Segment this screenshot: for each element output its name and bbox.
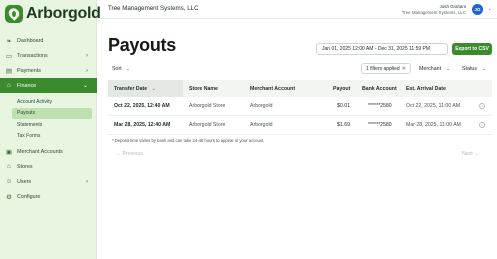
sidebar-item-finance[interactable]: ⌂ Finance ⌄ (0, 78, 97, 93)
sidebar-item-users[interactable]: ☺ Users › (0, 174, 97, 189)
brand-logo[interactable]: Arborgold (5, 5, 101, 23)
sidebar-item-label: Configure (17, 193, 41, 200)
payout-cell: $1.69 (337, 122, 350, 128)
sidebar-item-label: Dashboard (17, 37, 44, 44)
sidebar-item-label: Users (17, 178, 32, 185)
column-header-est-arrival-date[interactable]: Est. Arrival Date (406, 86, 446, 92)
close-icon[interactable]: ✕ (402, 66, 406, 72)
sidebar: Arborgold ❧ Dashboard ▭ Transactions › ▤… (0, 0, 101, 259)
chevron-down-icon: ⌄ (151, 85, 156, 92)
deposit-time-note: * Deposit time varies by bank and can ta… (112, 138, 265, 143)
sort-dropdown[interactable]: Sort ⌄ (112, 66, 130, 72)
sidebar-item-label: Payments (17, 67, 41, 74)
user-info[interactable]: Josh Graham Tree Management Systems, LLC (402, 4, 466, 15)
sidebar-item-label: Finance (17, 82, 37, 89)
column-header-transfer-date[interactable]: Transfer Date ⌄ (114, 86, 156, 92)
sidebar-item-label: Merchant Accounts (17, 148, 63, 155)
column-header-merchant-account[interactable]: Merchant Account (250, 86, 295, 92)
sidebar-item-stores[interactable]: ⌂ Stores (0, 159, 97, 174)
id-card-icon: ▣ (5, 148, 13, 156)
user-org: Tree Management Systems, LLC (401, 10, 466, 15)
column-header-label: Transfer Date (114, 85, 148, 92)
chevron-down-icon: ⌄ (82, 83, 88, 89)
table-header: Transfer Date ⌄ Store Name Merchant Acco… (108, 80, 492, 97)
next-page-button[interactable]: Next → (462, 151, 479, 157)
table-row[interactable]: Mar 28, 2025, 12:40 AM Arborgold Store A… (108, 116, 492, 135)
arrival-date-cell: Oct 22, 2025, 11:00 AM (406, 103, 461, 109)
leaf-logo-icon (5, 5, 23, 23)
arrival-date-cell: Mar 28, 2025, 11:00 AM (406, 122, 461, 128)
chevron-right-icon: › (86, 52, 88, 59)
bank-icon: ⌂ (7, 82, 11, 89)
sidebar-item-configure[interactable]: ⚙ Configure (0, 189, 97, 204)
store-name-cell: Arborgold Store (189, 122, 226, 128)
avatar[interactable]: JG (472, 4, 483, 15)
sidebar-item-payments[interactable]: ▤ Payments › (0, 63, 97, 78)
sidebar-item-label: Stores (17, 163, 33, 170)
merchant-dropdown[interactable]: Merchant ⌄ (419, 66, 450, 72)
sidebar-item-label: Transactions (17, 52, 48, 59)
filters-applied-chip[interactable]: 1 filters applied ✕ (361, 63, 411, 74)
transfer-date-cell: Mar 28, 2025, 12:40 AM (114, 122, 171, 128)
payout-cell: $0.01 (337, 103, 350, 109)
merchant-label: Merchant (419, 66, 442, 72)
status-dropdown[interactable]: Status ⌄ (462, 66, 486, 72)
store-icon: ⌂ (7, 163, 11, 170)
payouts-table: Transfer Date ⌄ Store Name Merchant Acco… (108, 80, 492, 135)
chevron-right-icon: › (86, 67, 88, 74)
wallet-icon: ▤ (5, 67, 13, 75)
more-options-icon[interactable]: ⋮ (479, 122, 485, 128)
sidebar-subitem-account-activity[interactable]: Account Activity (0, 96, 97, 108)
gear-icon: ⚙ (6, 193, 12, 201)
card-icon: ▭ (5, 52, 13, 60)
status-label: Status (462, 66, 478, 72)
sidebar-subitem-tax-forms[interactable]: Tax Forms (0, 131, 97, 143)
chevron-right-icon: › (86, 178, 88, 185)
merchant-account-cell: Arborgold (250, 103, 273, 109)
transfer-date-cell: Oct 22, 2025, 12:40 AM (114, 103, 170, 109)
chevron-down-icon: ⌄ (125, 66, 130, 72)
brand-name: Arborgold (26, 5, 101, 22)
page-title: Payouts (108, 35, 176, 55)
sidebar-item-merchant-accounts[interactable]: ▣ Merchant Accounts (0, 144, 97, 159)
sidebar-item-transactions[interactable]: ▭ Transactions › (0, 48, 97, 63)
top-header: Tree Management Systems, LLC Josh Graham… (97, 0, 497, 19)
sidebar-nav: ❧ Dashboard ▭ Transactions › ▤ Payments … (0, 33, 97, 204)
filters-applied-label: 1 filters applied (366, 65, 400, 72)
sidebar-subitem-payouts[interactable]: Payouts (12, 107, 92, 119)
chevron-down-icon[interactable]: ⌄ (488, 6, 492, 12)
merchant-account-cell: Arborgold (250, 122, 273, 128)
sort-label: Sort (112, 66, 122, 72)
company-name: Tree Management Systems, LLC (108, 5, 199, 12)
user-icon: ☺ (5, 178, 13, 185)
date-range-picker[interactable]: Jan 01, 2025 12:00 AM - Dec 31, 2025 11:… (316, 43, 448, 55)
chevron-down-icon: ⌄ (446, 66, 451, 72)
column-header-bank-account[interactable]: Bank Account (362, 86, 397, 92)
store-name-cell: Arborgold Store (189, 103, 226, 109)
chevron-down-icon: ⌄ (482, 66, 487, 72)
column-header-store-name[interactable]: Store Name (189, 86, 218, 92)
sidebar-subitem-statements[interactable]: Statements (0, 119, 97, 131)
sidebar-item-dashboard[interactable]: ❧ Dashboard (0, 33, 97, 48)
more-options-icon[interactable]: ⋮ (479, 103, 485, 109)
bank-account-cell: ******2580 (368, 122, 392, 128)
previous-page-button[interactable]: ← Previous (116, 151, 143, 157)
column-header-payout[interactable]: Payout (333, 86, 350, 92)
table-row[interactable]: Oct 22, 2025, 12:40 AM Arborgold Store A… (108, 97, 492, 116)
bank-account-cell: ******2580 (368, 103, 392, 109)
user-name: Josh Graham (439, 4, 466, 9)
export-csv-button[interactable]: Export to CSV (452, 43, 492, 55)
leaf-icon: ❧ (6, 37, 12, 45)
